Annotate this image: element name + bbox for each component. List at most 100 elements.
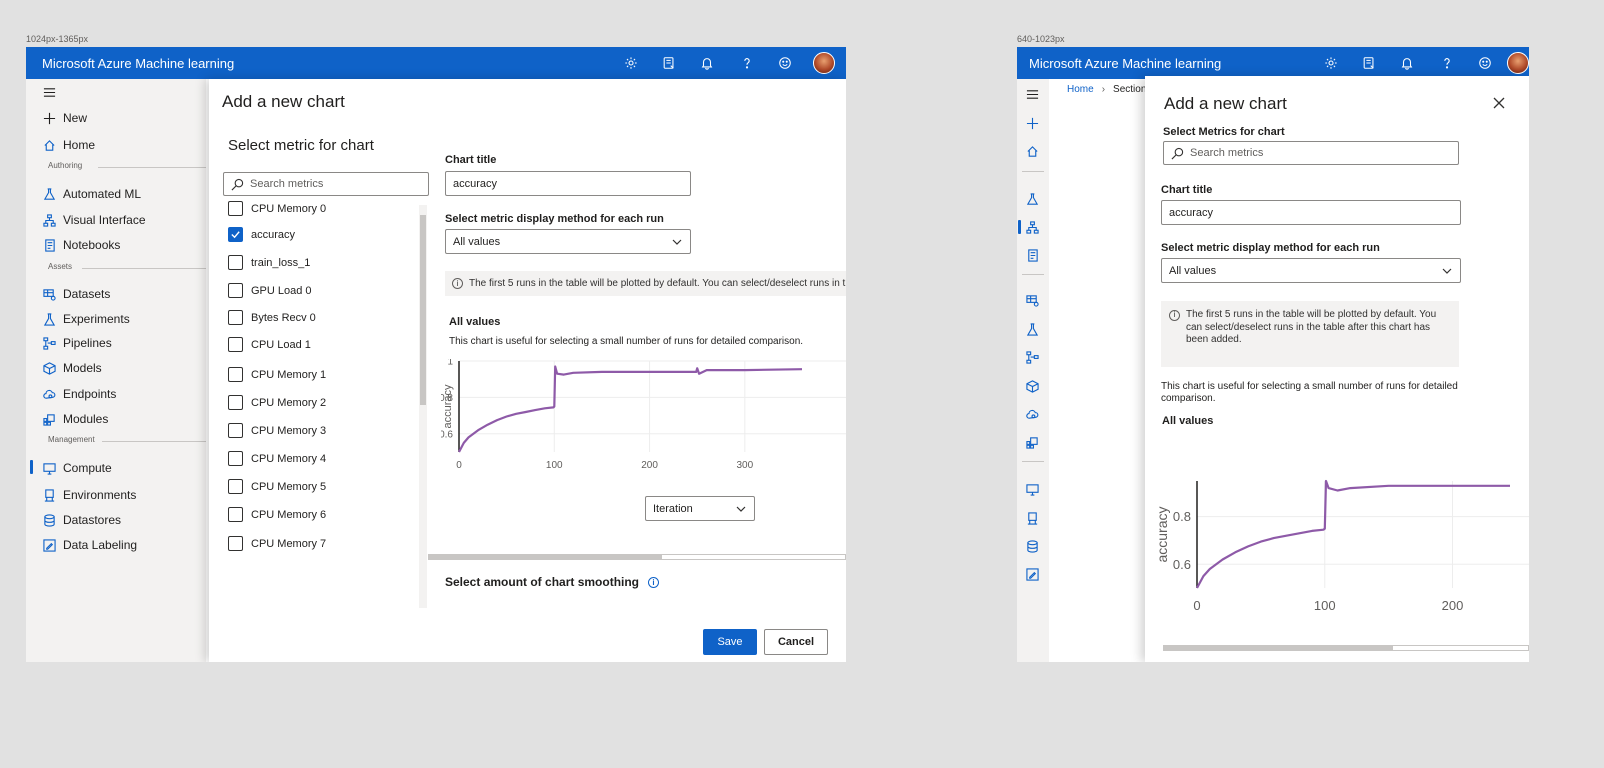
nav-item-endpoints[interactable]: Endpoints xyxy=(42,387,116,401)
breadcrumb-home[interactable]: Home xyxy=(1067,84,1094,95)
close-icon[interactable] xyxy=(1492,96,1506,110)
checkbox[interactable] xyxy=(228,367,243,382)
metric-checkbox-row[interactable]: CPU Memory 0 xyxy=(228,201,326,216)
metric-label: CPU Memory 7 xyxy=(251,537,327,550)
help-icon[interactable] xyxy=(1439,55,1455,71)
smiley-icon[interactable] xyxy=(777,55,793,71)
metric-checkbox-row[interactable]: accuracy xyxy=(228,227,295,242)
metric-checkbox-row[interactable]: CPU Memory 7 xyxy=(228,536,326,551)
horizontal-scrollbar[interactable] xyxy=(1163,645,1529,651)
metric-checkbox-row[interactable]: CPU Memory 5 xyxy=(228,479,326,494)
metric-checkbox-row[interactable]: train_loss_1 xyxy=(228,255,310,270)
checkbox-checked[interactable] xyxy=(228,227,243,242)
nav-item-compute[interactable]: Compute xyxy=(42,461,112,475)
checkbox[interactable] xyxy=(228,536,243,551)
avatar[interactable] xyxy=(1507,52,1529,74)
checkbox[interactable] xyxy=(228,255,243,270)
scrollbar-thumb[interactable] xyxy=(420,215,426,405)
database-icon[interactable] xyxy=(1025,539,1040,554)
info-icon: i xyxy=(452,278,463,289)
nav-item-label: Visual Interface xyxy=(63,213,146,227)
bell-icon[interactable] xyxy=(699,55,715,71)
metric-checkbox-row[interactable]: GPU Load 0 xyxy=(228,283,312,298)
notebook-icon[interactable] xyxy=(1025,248,1040,263)
nav-item-pipelines[interactable]: Pipelines xyxy=(42,336,112,350)
display-method-dropdown[interactable]: All values xyxy=(445,229,691,254)
nav-item-data-labeling[interactable]: Data Labeling xyxy=(42,538,137,552)
metric-checkbox-row[interactable]: CPU Memory 4 xyxy=(228,451,326,466)
metric-checkbox-row[interactable]: CPU Memory 6 xyxy=(228,507,326,522)
nav-item-models[interactable]: Models xyxy=(42,361,102,375)
help-icon[interactable] xyxy=(739,55,755,71)
nav-item-experiments[interactable]: Experiments xyxy=(42,312,130,326)
scrollbar[interactable] xyxy=(419,205,427,608)
app-title[interactable]: Microsoft Azure Machine learning xyxy=(42,56,234,71)
search-input[interactable]: Search metrics xyxy=(223,172,429,196)
chart-title-input[interactable]: accuracy xyxy=(445,171,691,196)
checkbox[interactable] xyxy=(228,283,243,298)
hierarchy-icon[interactable] xyxy=(1025,220,1040,235)
nav-item-modules[interactable]: Modules xyxy=(42,412,108,426)
pipeline-icon[interactable] xyxy=(1025,350,1040,365)
cloud-icon[interactable] xyxy=(1025,407,1040,422)
info-icon[interactable]: i xyxy=(648,576,660,588)
avatar[interactable] xyxy=(813,52,835,74)
gear-icon[interactable] xyxy=(1323,55,1339,71)
labeling-icon[interactable] xyxy=(1025,567,1040,582)
bell-icon[interactable] xyxy=(1399,55,1415,71)
checkbox[interactable] xyxy=(228,201,243,216)
feedback-icon[interactable] xyxy=(661,55,677,71)
smiley-icon[interactable] xyxy=(1477,55,1493,71)
metric-checkbox-row[interactable]: Bytes Recv 0 xyxy=(228,310,316,325)
monitor-icon[interactable] xyxy=(1025,482,1040,497)
checkbox[interactable] xyxy=(228,395,243,410)
breadcrumb-section[interactable]: Section xyxy=(1113,84,1146,95)
nav-item-datastores[interactable]: Datastores xyxy=(42,513,121,527)
checkbox[interactable] xyxy=(228,310,243,325)
plus-icon[interactable] xyxy=(1025,116,1040,131)
metric-list[interactable]: CPU Memory 0 accuracy train_loss_1 GPU Load… xyxy=(223,201,429,606)
nav-item-environments[interactable]: Environments xyxy=(42,488,136,502)
x-axis-dropdown[interactable]: Iteration xyxy=(645,496,755,521)
chart-title-input[interactable]: accuracy xyxy=(1161,200,1461,225)
cancel-button[interactable]: Cancel xyxy=(764,629,828,655)
chevron-right-icon: › xyxy=(1101,84,1106,95)
scrollbar-thumb[interactable] xyxy=(1164,646,1394,650)
save-button[interactable]: Save xyxy=(703,629,757,655)
checkbox[interactable] xyxy=(228,337,243,352)
nav-item-new[interactable]: New xyxy=(42,111,87,125)
feedback-icon[interactable] xyxy=(1361,55,1377,71)
metric-checkbox-row[interactable]: CPU Load 1 xyxy=(228,337,311,352)
checkbox[interactable] xyxy=(228,423,243,438)
display-method-dropdown[interactable]: All values xyxy=(1161,258,1461,283)
beaker-icon[interactable] xyxy=(1025,322,1040,337)
nav-item-home[interactable]: Home xyxy=(42,138,95,152)
nav-item-notebooks[interactable]: Notebooks xyxy=(42,238,120,252)
nav-item-datasets[interactable]: Datasets xyxy=(42,287,110,301)
nav-item-automated-ml[interactable]: Automated ML xyxy=(42,187,141,201)
horizontal-scrollbar[interactable] xyxy=(428,554,846,560)
top-bar-icons xyxy=(1323,47,1529,79)
checkbox[interactable] xyxy=(228,479,243,494)
home-icon[interactable] xyxy=(1025,144,1040,159)
metric-checkbox-row[interactable]: CPU Memory 2 xyxy=(228,395,326,410)
hamburger-icon[interactable] xyxy=(1025,87,1040,102)
metric-checkbox-row[interactable]: CPU Memory 3 xyxy=(228,423,326,438)
monitor-icon xyxy=(42,461,56,475)
app-title[interactable]: Microsoft Azure Machine learning xyxy=(1029,56,1221,71)
metric-checkbox-row[interactable]: CPU Memory 1 xyxy=(228,367,326,382)
cube-icon[interactable] xyxy=(1025,379,1040,394)
dataset-icon[interactable] xyxy=(1025,293,1040,308)
checkbox[interactable] xyxy=(228,451,243,466)
metric-label: CPU Memory 6 xyxy=(251,508,327,521)
checkbox[interactable] xyxy=(228,507,243,522)
scrollbar-thumb[interactable] xyxy=(429,555,662,559)
flask-icon[interactable] xyxy=(1025,192,1040,207)
environment-icon[interactable] xyxy=(1025,511,1040,526)
modules-icon[interactable] xyxy=(1025,435,1040,450)
gear-icon[interactable] xyxy=(623,55,639,71)
nav-item-visual-interface[interactable]: Visual Interface xyxy=(42,213,146,227)
hamburger-icon[interactable] xyxy=(42,85,63,99)
search-input[interactable]: Search metrics xyxy=(1163,141,1459,165)
nav-group-authoring: Authoring xyxy=(48,161,83,170)
